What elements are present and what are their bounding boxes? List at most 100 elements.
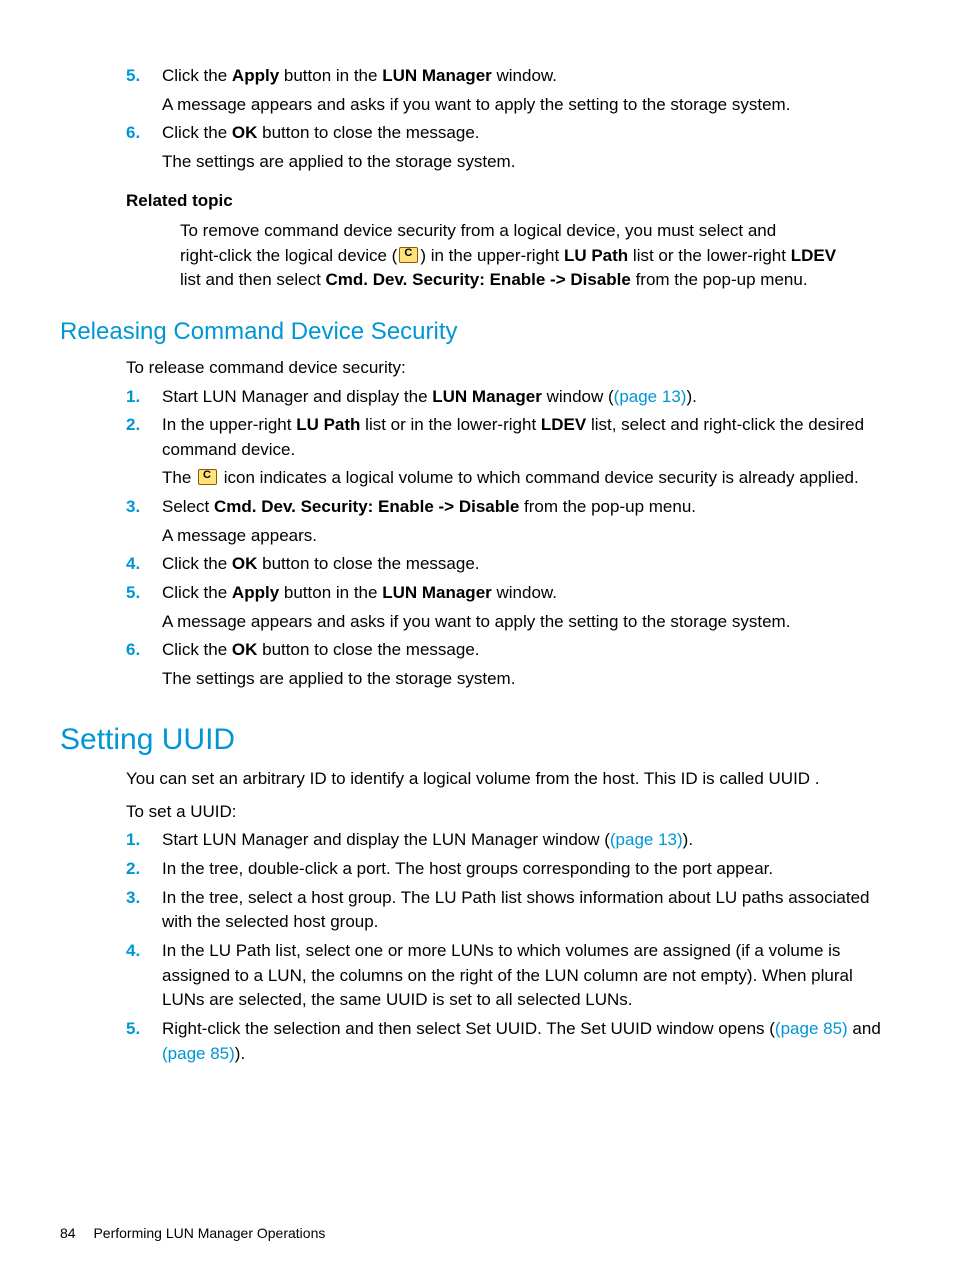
bold-text: LU Path — [564, 246, 628, 265]
page-ref-link[interactable]: (page 13) — [614, 387, 687, 406]
list-number: 5. — [126, 581, 162, 606]
command-device-icon — [399, 247, 418, 263]
list-number: 6. — [126, 121, 162, 146]
list-item: 6. Click the OK button to close the mess… — [126, 638, 894, 663]
list-subtext: The settings are applied to the storage … — [162, 150, 894, 175]
text: ) in the upper-right — [420, 246, 564, 265]
list-number: 1. — [126, 385, 162, 410]
list-item: 2. In the tree, double-click a port. The… — [126, 857, 894, 882]
list-item: 1. Start LUN Manager and display the LUN… — [126, 828, 894, 853]
list-body: Click the Apply button in the LUN Manage… — [162, 581, 894, 606]
text: list or the lower-right — [628, 246, 791, 265]
list-body: Click the OK button to close the message… — [162, 552, 894, 577]
text: icon indicates a logical volume to which… — [219, 468, 859, 487]
list-item: 1. Start LUN Manager and display the LUN… — [126, 385, 894, 410]
list-number: 3. — [126, 495, 162, 520]
text: ). — [235, 1044, 245, 1063]
text: ). — [683, 830, 693, 849]
text: In the upper-right — [162, 415, 296, 434]
text: button in the — [279, 583, 382, 602]
list-body: In the tree, double-click a port. The ho… — [162, 857, 894, 882]
text: and — [848, 1019, 881, 1038]
text: list or in the lower-right — [360, 415, 540, 434]
text: window ( — [542, 387, 614, 406]
text: Click the — [162, 583, 232, 602]
list-body: In the upper-right LU Path list or in th… — [162, 413, 894, 462]
text: Click the — [162, 66, 232, 85]
list-body: Click the Apply button in the LUN Manage… — [162, 64, 894, 89]
bold-text: OK — [232, 640, 258, 659]
intro-text: To release command device security: — [126, 356, 894, 381]
bold-text: LDEV — [541, 415, 586, 434]
bold-text: LUN Manager — [432, 387, 542, 406]
text: button to close the message. — [257, 640, 479, 659]
text: button in the — [279, 66, 382, 85]
list-body: Start LUN Manager and display the LUN Ma… — [162, 828, 894, 853]
bold-text: LUN Manager — [382, 66, 492, 85]
list-number: 5. — [126, 64, 162, 89]
list-number: 5. — [126, 1017, 162, 1066]
bold-text: LDEV — [791, 246, 836, 265]
text: The — [162, 468, 196, 487]
bold-text: OK — [232, 123, 258, 142]
page-ref-link[interactable]: (page 85) — [162, 1044, 235, 1063]
list-number: 2. — [126, 413, 162, 462]
text: list and then select — [180, 270, 326, 289]
list-item: 5. Click the Apply button in the LUN Man… — [126, 581, 894, 606]
text: Click the — [162, 554, 232, 573]
bold-text: Apply — [232, 66, 279, 85]
document-page: 5. Click the Apply button in the LUN Man… — [0, 0, 954, 1271]
list-item: 5. Click the Apply button in the LUN Man… — [126, 64, 894, 89]
section-heading: Setting UUID — [60, 718, 894, 762]
list-body: In the tree, select a host group. The LU… — [162, 886, 894, 935]
footer-title: Performing LUN Manager Operations — [93, 1225, 325, 1241]
text: right-click the logical device ( — [180, 246, 397, 265]
text: Start LUN Manager and display the — [162, 387, 432, 406]
list-body: Select Cmd. Dev. Security: Enable -> Dis… — [162, 495, 894, 520]
list-item: 3. Select Cmd. Dev. Security: Enable -> … — [126, 495, 894, 520]
bold-text: LU Path — [296, 415, 360, 434]
command-device-icon — [198, 469, 217, 485]
text: button to close the message. — [257, 123, 479, 142]
list-subtext: The icon indicates a logical volume to w… — [162, 466, 894, 491]
list-item: 6. Click the OK button to close the mess… — [126, 121, 894, 146]
list-body: Click the OK button to close the message… — [162, 121, 894, 146]
related-topic-heading: Related topic — [126, 189, 894, 214]
list-item: 2. In the upper-right LU Path list or in… — [126, 413, 894, 462]
text: Click the — [162, 123, 232, 142]
list-number: 3. — [126, 886, 162, 935]
text-line: right-click the logical device ( ) in the… — [180, 244, 854, 293]
text-line: To remove command device security from a… — [180, 219, 854, 244]
intro-text: To set a UUID: — [126, 800, 894, 825]
bold-text: Apply — [232, 583, 279, 602]
list-subtext: The settings are applied to the storage … — [162, 667, 894, 692]
list-number: 4. — [126, 552, 162, 577]
list-body: Right-click the selection and then selec… — [162, 1017, 894, 1066]
related-topic-body: To remove command device security from a… — [180, 219, 854, 293]
intro-text: You can set an arbitrary ID to identify … — [126, 767, 894, 792]
text: from the pop-up menu. — [519, 497, 696, 516]
text: Start LUN Manager and display the LUN Ma… — [162, 830, 610, 849]
page-ref-link[interactable]: (page 85) — [775, 1019, 848, 1038]
list-number: 1. — [126, 828, 162, 853]
text: ). — [686, 387, 696, 406]
list-item: 4. Click the OK button to close the mess… — [126, 552, 894, 577]
list-subtext: A message appears and asks if you want t… — [162, 93, 894, 118]
bold-text: LUN Manager — [382, 583, 492, 602]
text: window. — [492, 583, 557, 602]
list-subtext: A message appears and asks if you want t… — [162, 610, 894, 635]
text: button to close the message. — [257, 554, 479, 573]
text: window. — [492, 66, 557, 85]
page-ref-link[interactable]: (page 13) — [610, 830, 683, 849]
list-number: 6. — [126, 638, 162, 663]
text: from the pop-up menu. — [631, 270, 808, 289]
list-subtext: A message appears. — [162, 524, 894, 549]
text: Select — [162, 497, 214, 516]
bold-text: Cmd. Dev. Security: Enable -> Disable — [214, 497, 519, 516]
text: Click the — [162, 640, 232, 659]
list-number: 2. — [126, 857, 162, 882]
list-item: 3. In the tree, select a host group. The… — [126, 886, 894, 935]
page-number: 84 — [60, 1225, 76, 1241]
list-body: Start LUN Manager and display the LUN Ma… — [162, 385, 894, 410]
list-item: 4. In the LU Path list, select one or mo… — [126, 939, 894, 1013]
